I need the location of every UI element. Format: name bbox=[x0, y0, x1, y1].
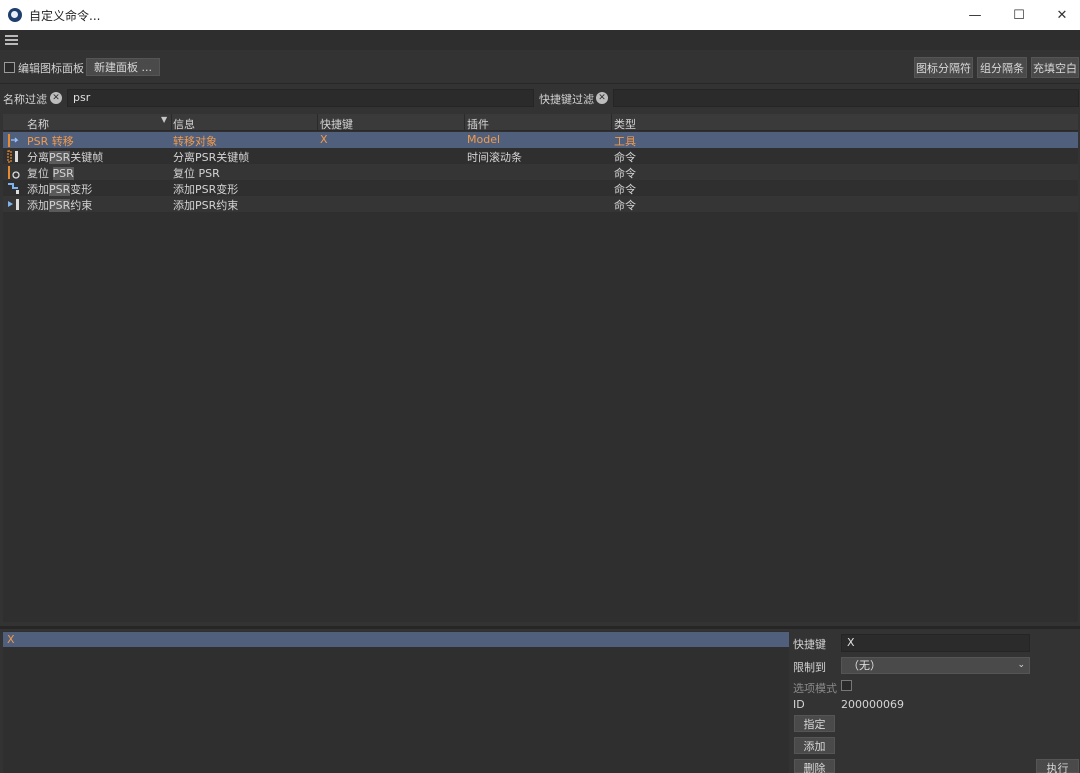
command-table: 名称 ▼ 信息 快捷键 插件 类型 PSR 转移 转移对象 X Model 工具… bbox=[3, 114, 1078, 622]
toolbar-divider bbox=[0, 83, 1080, 84]
name-filter-input[interactable]: psr bbox=[67, 89, 534, 107]
psr-transfer-icon bbox=[8, 134, 19, 147]
restrict-dropdown[interactable]: （无） ⌄ bbox=[841, 657, 1030, 674]
command-type: 命令 bbox=[614, 151, 636, 164]
fill-space-button[interactable]: 充填空白 bbox=[1031, 57, 1079, 78]
minimize-button[interactable]: — bbox=[953, 0, 997, 30]
new-palette-button[interactable]: 新建面板 ... bbox=[86, 58, 160, 76]
sort-descending-icon: ▼ bbox=[161, 115, 168, 124]
command-info: 添加PSR变形 bbox=[173, 183, 239, 196]
option-mode-checkbox[interactable] bbox=[841, 680, 852, 691]
table-row[interactable]: 添加PSR变形 添加PSR变形 命令 bbox=[3, 180, 1078, 196]
shortcut-list: X bbox=[3, 631, 789, 773]
add-psr-constraint-icon bbox=[8, 199, 19, 210]
maximize-button[interactable]: ☐ bbox=[997, 0, 1041, 30]
command-name: 分离PSR关键帧 bbox=[27, 151, 104, 164]
column-header-plugin[interactable]: 插件 bbox=[467, 116, 489, 132]
shortcut-label: 快捷键 bbox=[793, 638, 826, 651]
column-divider[interactable] bbox=[611, 114, 612, 131]
command-type: 工具 bbox=[614, 135, 636, 148]
separate-keyframes-icon bbox=[7, 150, 18, 163]
column-header-type[interactable]: 类型 bbox=[614, 116, 636, 132]
reset-psr-icon bbox=[8, 166, 20, 179]
shortcut-list-item[interactable]: X bbox=[3, 632, 789, 647]
chevron-down-icon: ⌄ bbox=[1017, 660, 1025, 670]
command-info: 分离PSR关键帧 bbox=[173, 151, 250, 164]
option-mode-label: 选项模式 bbox=[793, 682, 837, 695]
icon-separator-button[interactable]: 图标分隔符 bbox=[914, 57, 973, 78]
column-divider[interactable] bbox=[464, 114, 465, 131]
command-shortcut: X bbox=[320, 133, 328, 146]
command-info: 添加PSR约束 bbox=[173, 199, 239, 212]
restrict-value: （无） bbox=[848, 659, 881, 672]
window-title: 自定义命令... bbox=[29, 8, 101, 23]
group-separator-button[interactable]: 组分隔条 bbox=[977, 57, 1027, 78]
command-info: 转移对象 bbox=[173, 135, 217, 148]
table-header: 名称 ▼ 信息 快捷键 插件 类型 bbox=[3, 114, 1078, 131]
column-header-name[interactable]: 名称 bbox=[27, 116, 49, 132]
table-row[interactable]: 复位 PSR 复位 PSR 命令 bbox=[3, 164, 1078, 180]
shortcut-filter-label: 快捷键过滤 bbox=[539, 93, 594, 106]
add-psr-deform-icon bbox=[8, 183, 19, 194]
cinema4d-app-icon bbox=[8, 8, 22, 22]
menubar bbox=[0, 30, 1080, 50]
close-button[interactable]: ✕ bbox=[1040, 0, 1080, 30]
execute-button[interactable]: 执行 bbox=[1036, 759, 1079, 773]
delete-button[interactable]: 删除 bbox=[794, 759, 835, 773]
command-name: 添加PSR约束 bbox=[27, 199, 93, 212]
shortcut-field[interactable]: X bbox=[841, 634, 1030, 652]
column-divider[interactable] bbox=[317, 114, 318, 131]
command-name: 添加PSR变形 bbox=[27, 183, 93, 196]
command-type: 命令 bbox=[614, 199, 636, 212]
command-type: 命令 bbox=[614, 167, 636, 180]
hamburger-menu-icon[interactable] bbox=[5, 35, 18, 45]
add-button[interactable]: 添加 bbox=[794, 737, 835, 754]
command-plugin: Model bbox=[467, 133, 501, 146]
column-header-info[interactable]: 信息 bbox=[173, 116, 195, 132]
toolbar: 编辑图标面板 新建面板 ... 图标分隔符 组分隔条 充填空白 bbox=[0, 52, 1080, 82]
panel-splitter[interactable] bbox=[0, 626, 1080, 629]
edit-palette-label: 编辑图标面板 bbox=[18, 62, 84, 75]
command-type: 命令 bbox=[614, 183, 636, 196]
command-plugin: 时间滚动条 bbox=[467, 151, 522, 164]
shortcut-filter-clear-icon[interactable]: ✕ bbox=[596, 92, 608, 104]
shortcut-filter-input[interactable] bbox=[613, 89, 1079, 107]
id-value: 200000069 bbox=[841, 698, 904, 711]
table-row[interactable]: PSR 转移 转移对象 X Model 工具 bbox=[3, 132, 1078, 148]
restrict-label: 限制到 bbox=[793, 661, 826, 674]
window-titlebar: 自定义命令... — ☐ ✕ bbox=[0, 0, 1080, 30]
name-filter-label: 名称过滤 bbox=[3, 93, 47, 106]
name-filter-clear-icon[interactable]: ✕ bbox=[50, 92, 62, 104]
column-divider[interactable] bbox=[171, 114, 172, 131]
column-header-shortcut[interactable]: 快捷键 bbox=[320, 116, 353, 132]
command-info: 复位 PSR bbox=[173, 167, 220, 180]
table-row[interactable]: 添加PSR约束 添加PSR约束 命令 bbox=[3, 196, 1078, 212]
table-row[interactable]: 分离PSR关键帧 分离PSR关键帧 时间滚动条 命令 bbox=[3, 148, 1078, 164]
assign-button[interactable]: 指定 bbox=[794, 715, 835, 732]
id-label: ID bbox=[793, 698, 805, 711]
command-name: PSR 转移 bbox=[27, 135, 74, 148]
edit-palette-checkbox[interactable] bbox=[4, 62, 15, 73]
command-name: 复位 PSR bbox=[27, 167, 74, 180]
